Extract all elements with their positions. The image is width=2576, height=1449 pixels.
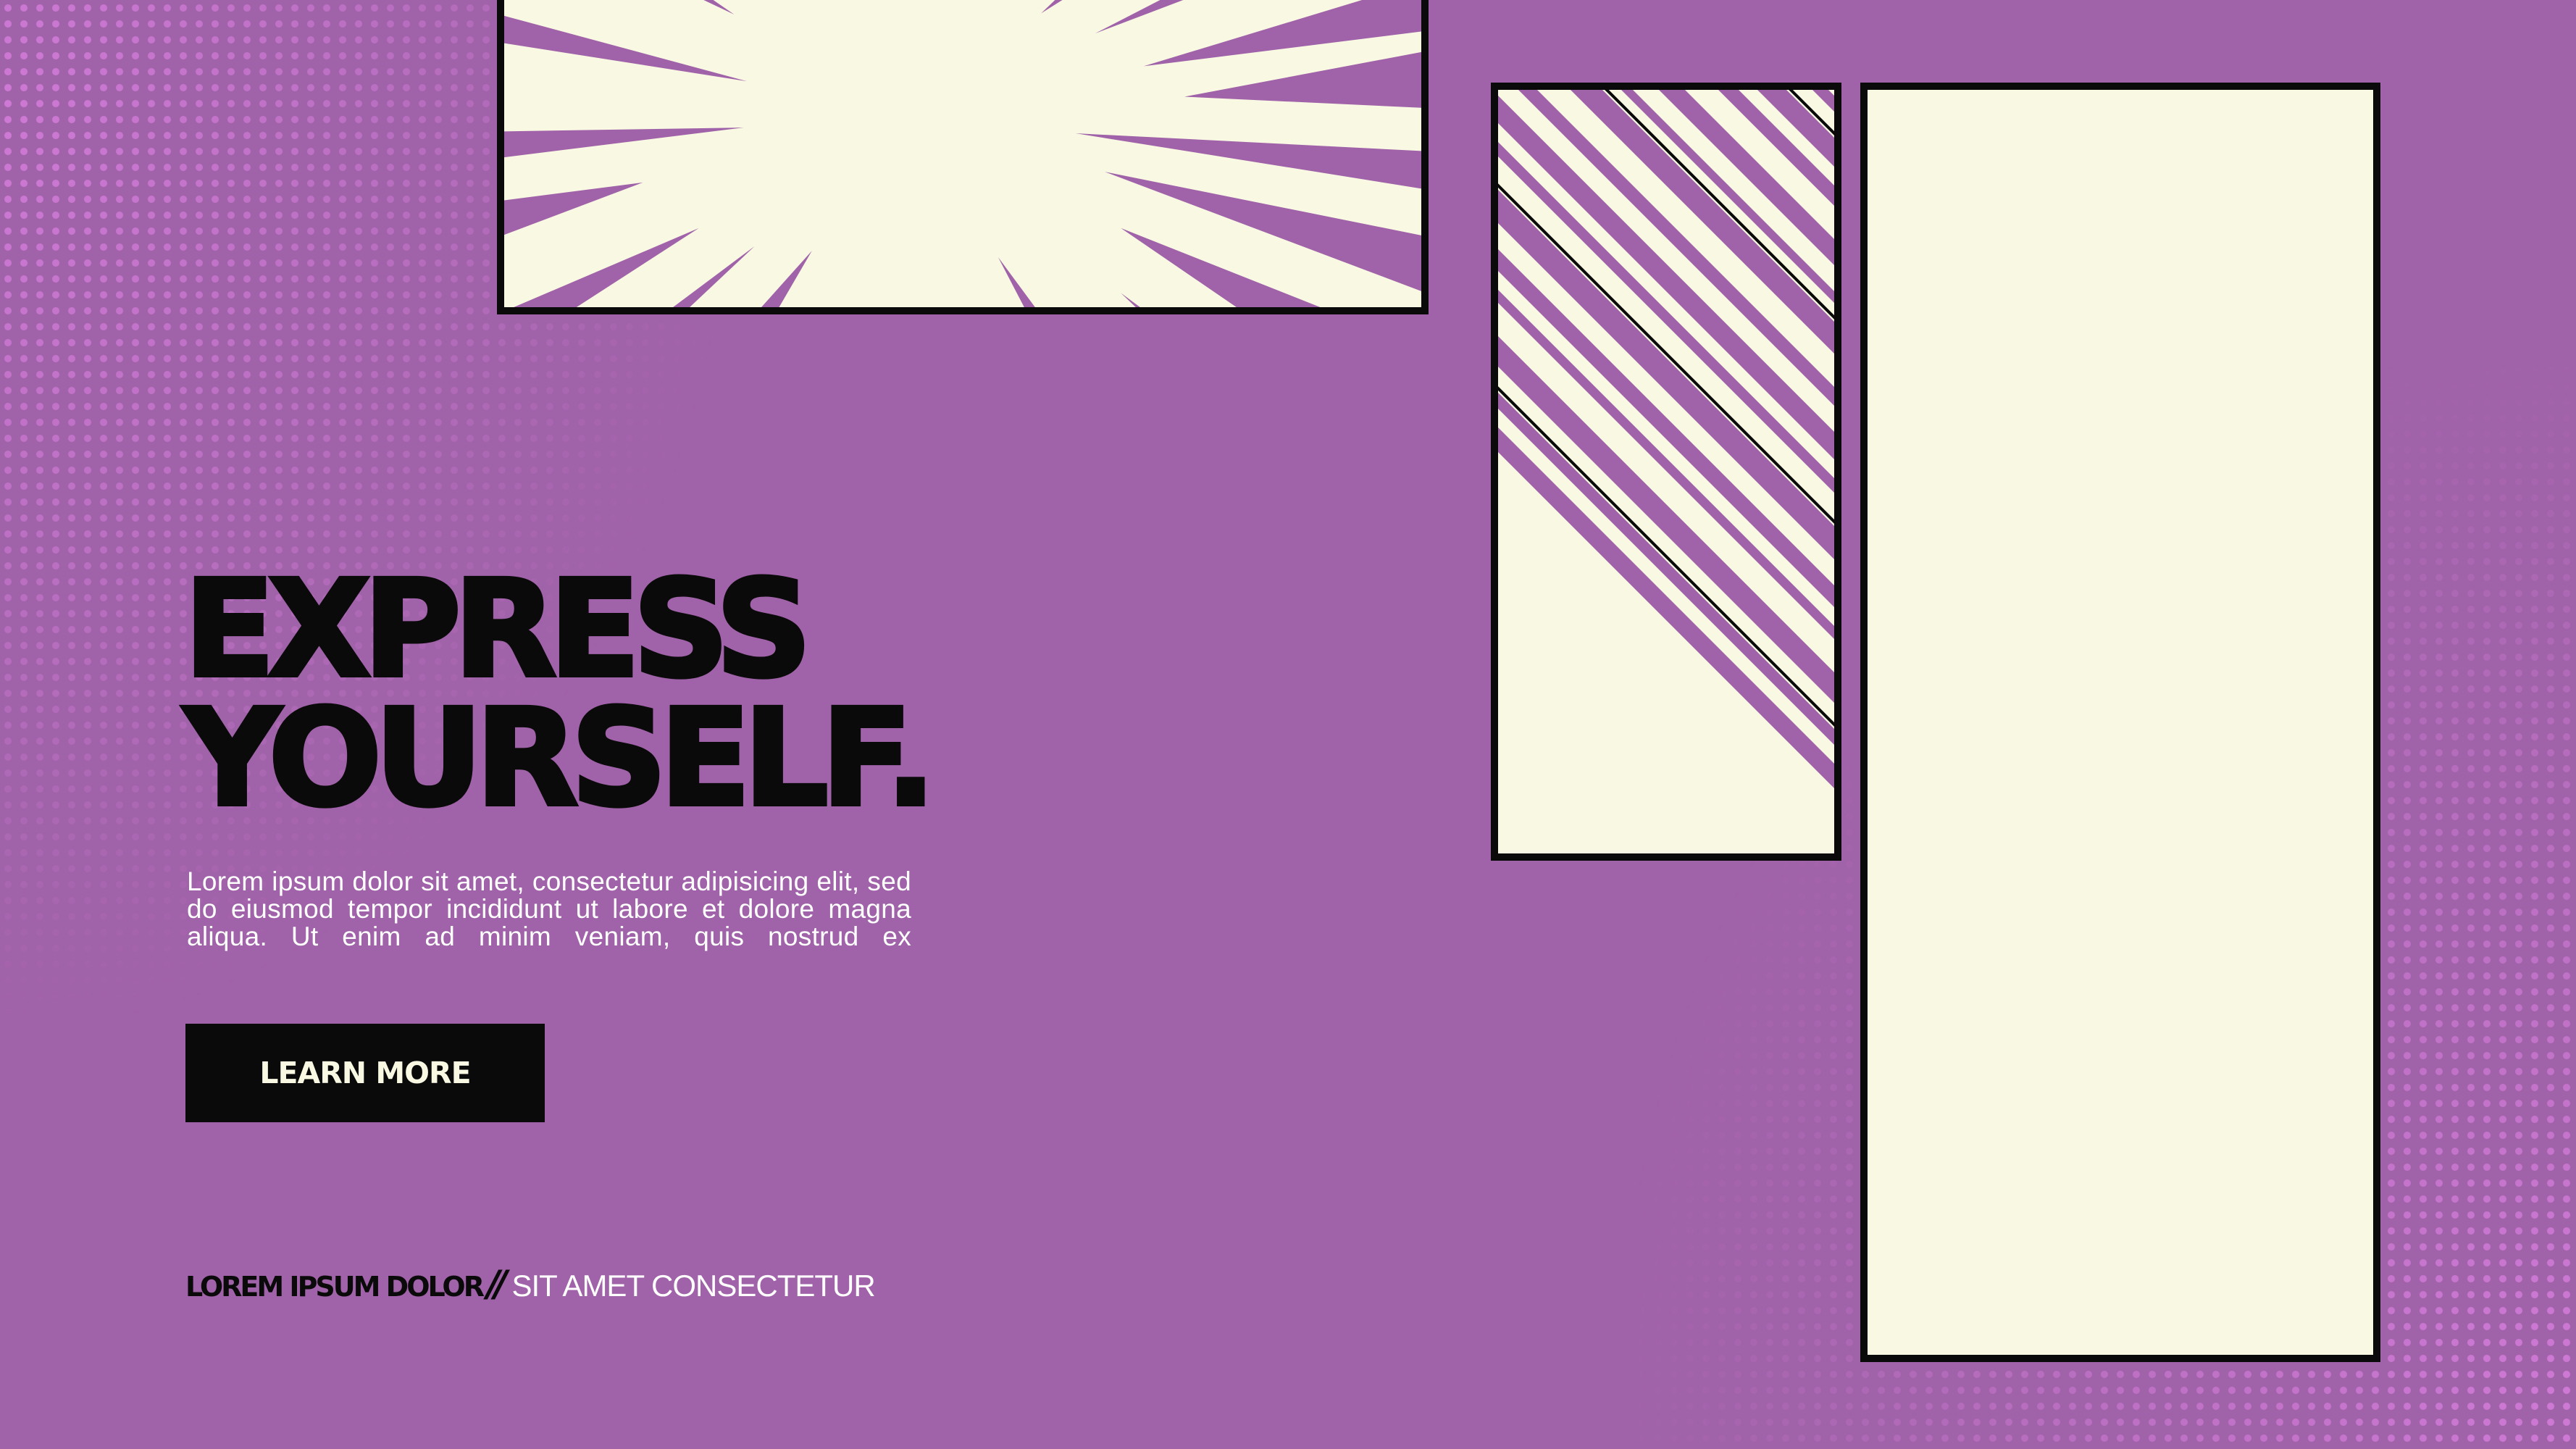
speed-burst-illustration	[504, 0, 1421, 307]
footer-separator: //	[486, 1263, 507, 1305]
speed-burst-panel	[497, 0, 1429, 314]
headline-line-2: YOURSELF.	[182, 681, 938, 836]
footer-tagline: LOREM IPSUM DOLOR//SIT AMET CONSECTETUR	[185, 1263, 876, 1307]
headline-line-1: EXPRESS	[182, 552, 814, 707]
blank-comic-panel	[1860, 83, 2380, 1362]
diagonal-stripes-illustration	[1498, 90, 1834, 788]
burst-ray	[504, 15, 748, 82]
footer-tagline-light: SIT AMET CONSECTETUR	[511, 1269, 876, 1303]
burst-ray	[703, 0, 735, 14]
learn-more-button[interactable]: LEARN MORE	[185, 1024, 545, 1122]
hero-body-text: Lorem ipsum dolor sit amet, consectetur …	[187, 867, 911, 951]
diagonal-stripes-panel	[1491, 83, 1841, 861]
footer-tagline-strong: LOREM IPSUM DOLOR	[185, 1271, 485, 1303]
burst-ray	[514, 227, 699, 307]
burst-ray	[1143, 0, 1421, 67]
hero-headline: EXPRESS YOURSELF.	[182, 552, 938, 836]
